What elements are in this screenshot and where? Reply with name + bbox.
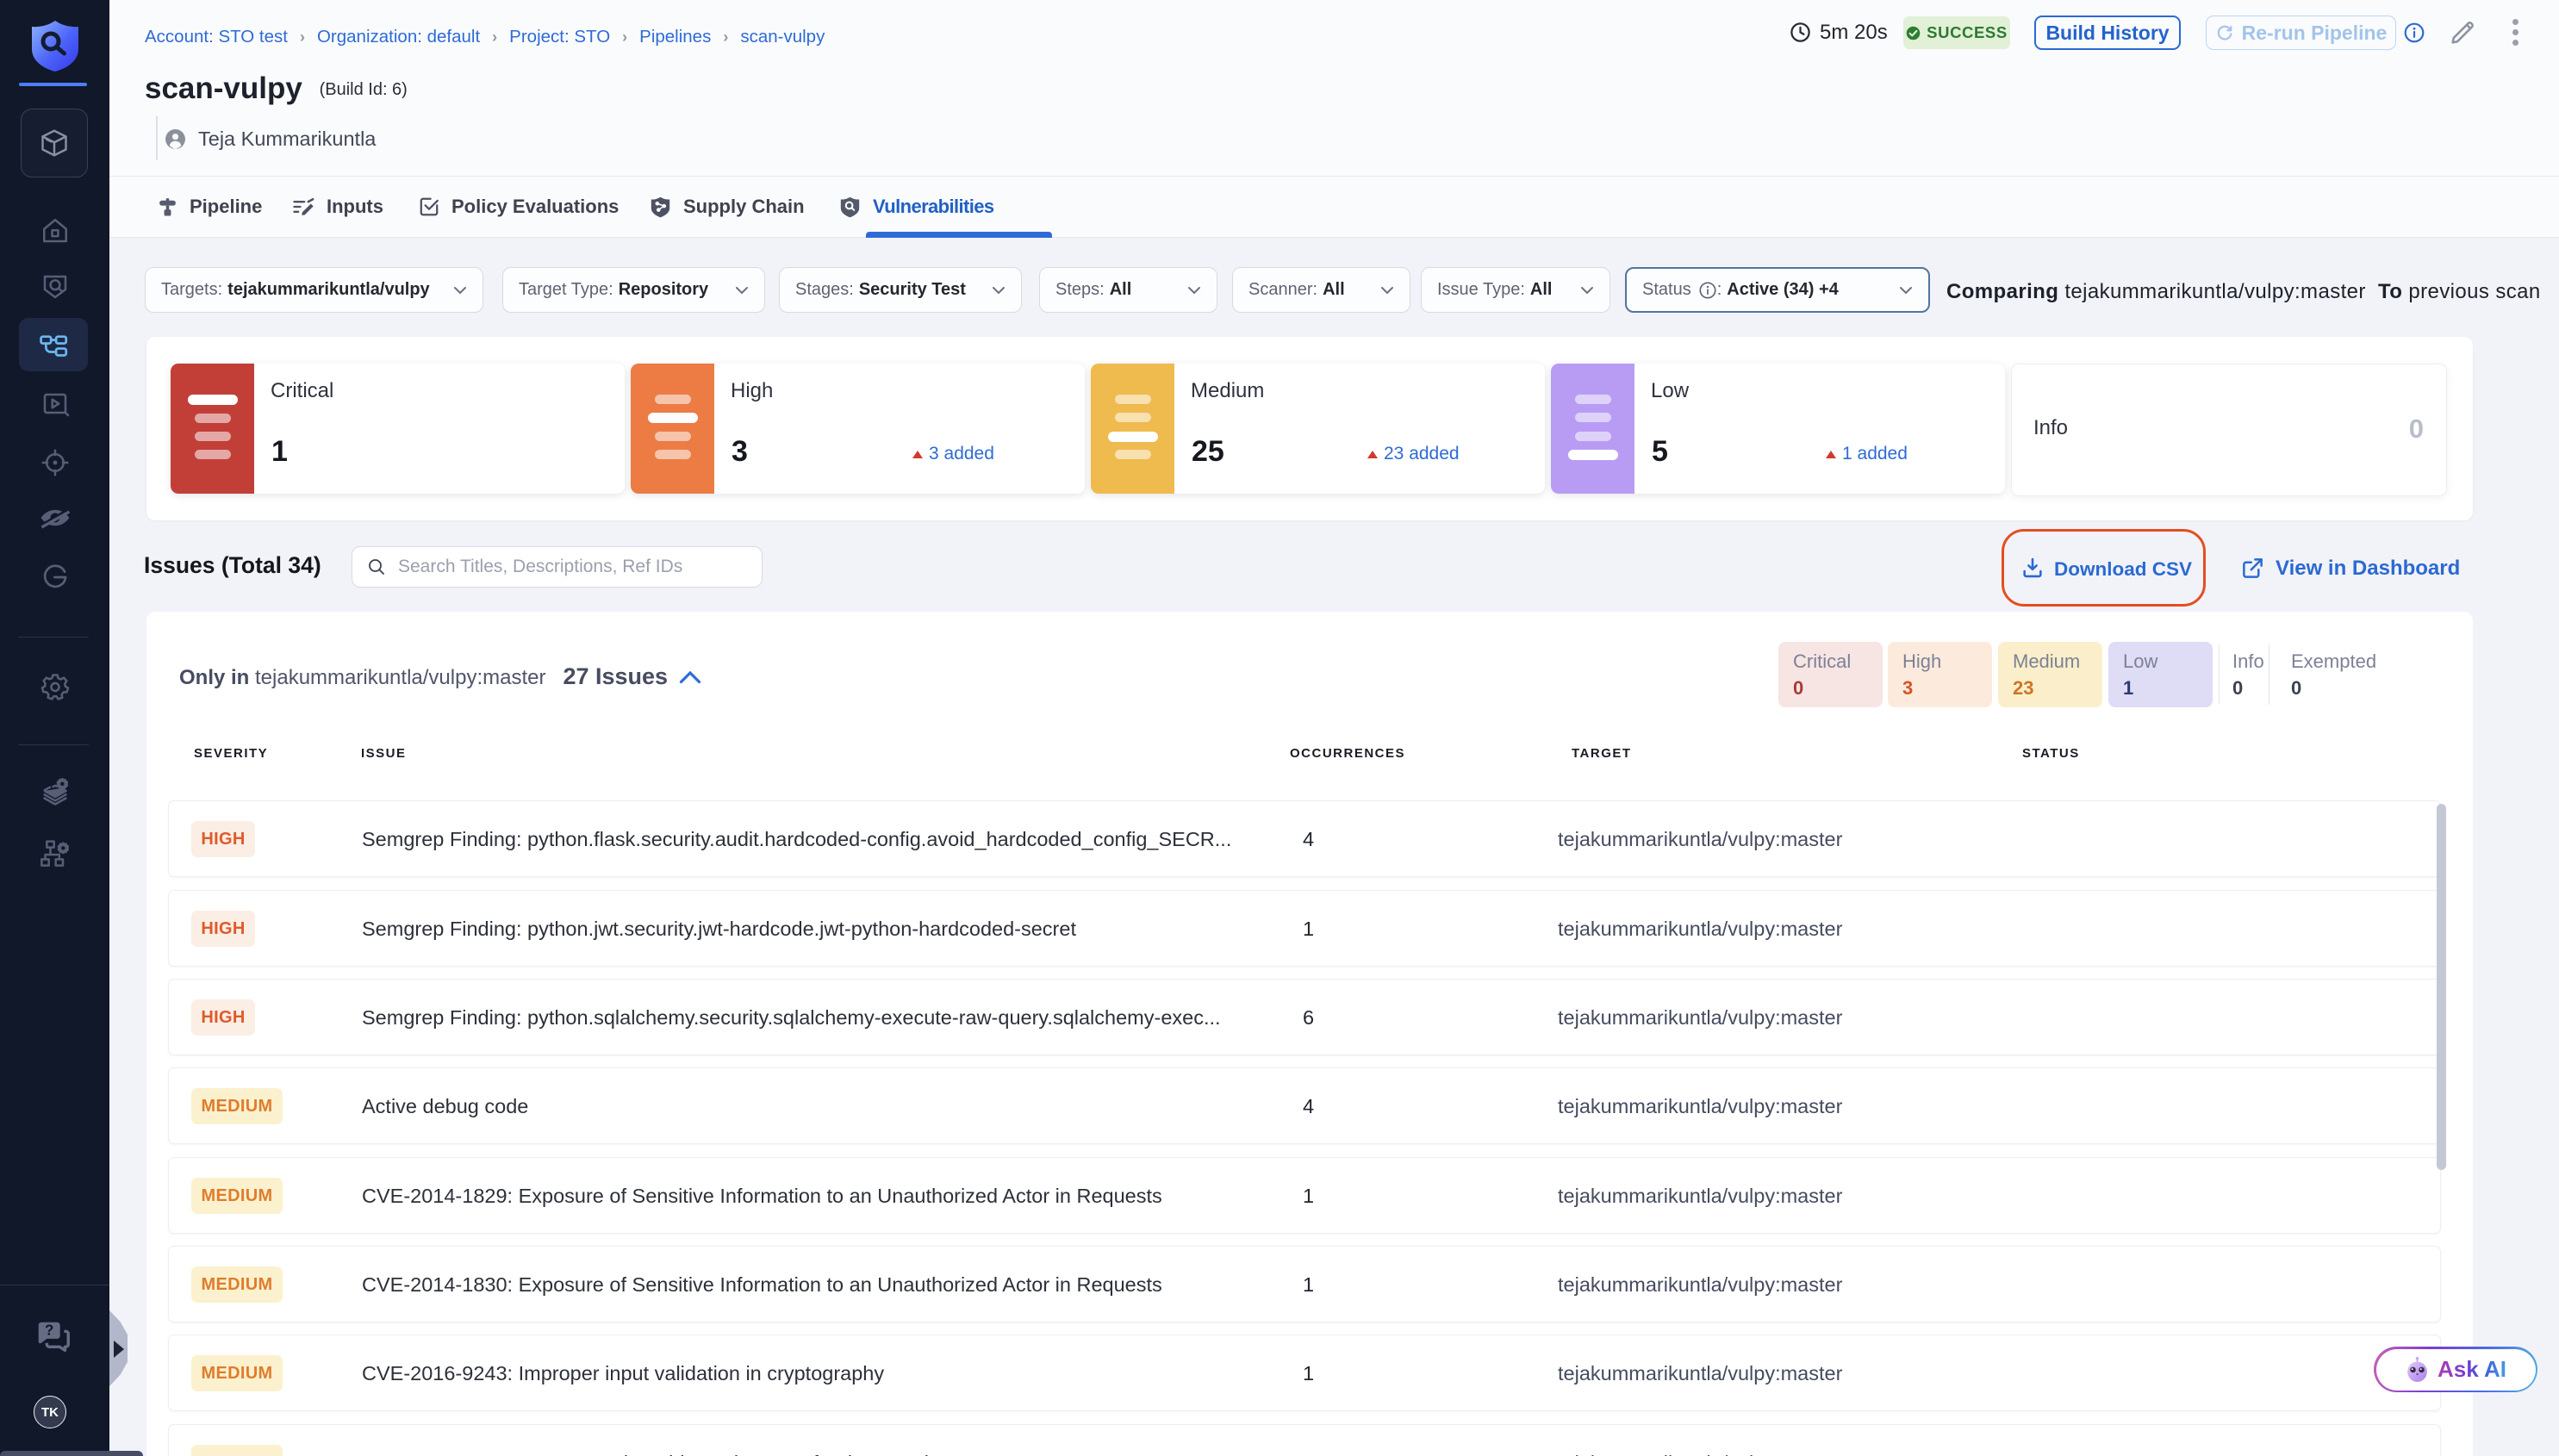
svg-text:?: ? — [45, 1321, 54, 1338]
